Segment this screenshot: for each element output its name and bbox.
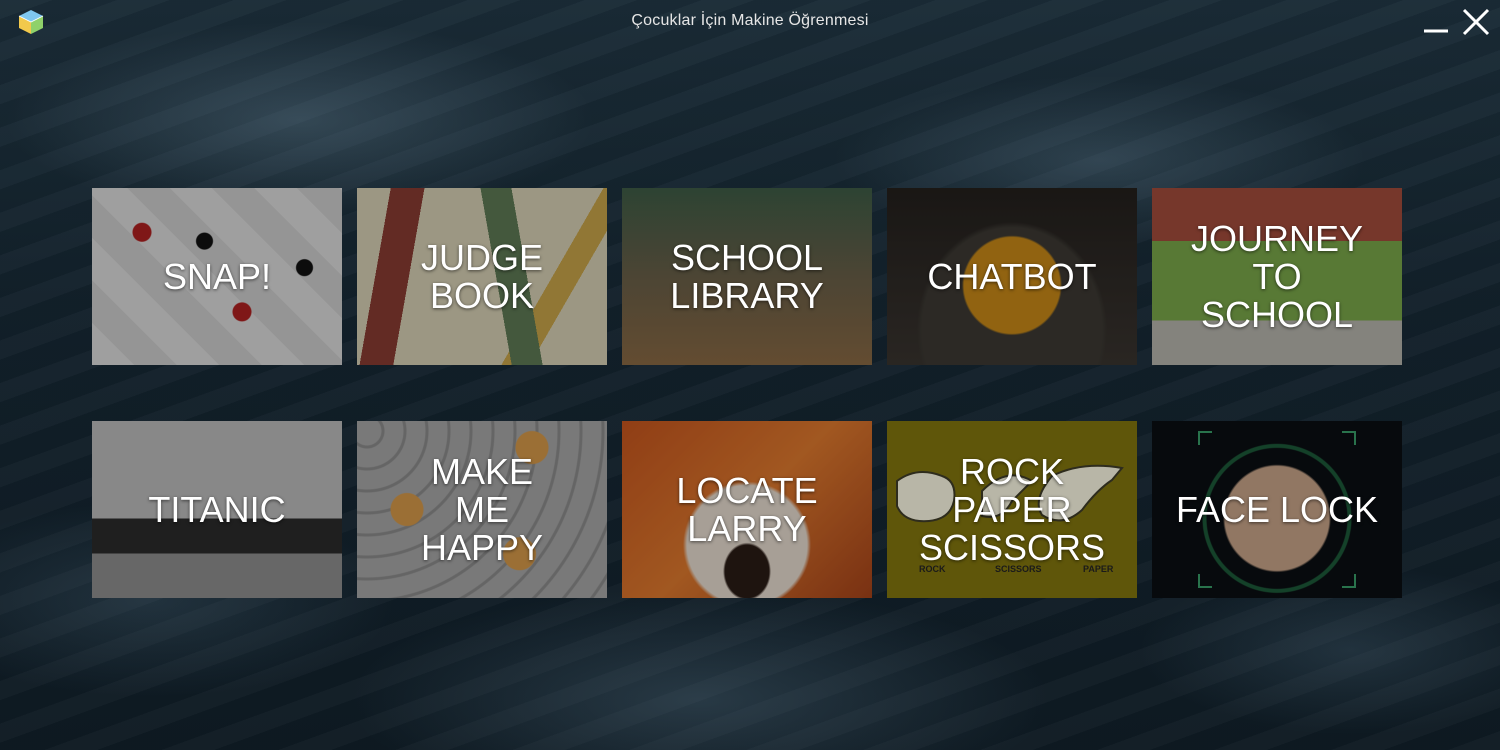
minimize-icon xyxy=(1424,29,1448,33)
tile-journey-to-school[interactable]: JOURNEY TO SCHOOL xyxy=(1152,188,1402,365)
close-button[interactable] xyxy=(1458,4,1494,40)
tile-label: CHATBOT xyxy=(927,255,1097,297)
tile-make-me-happy[interactable]: MAKE ME HAPPY xyxy=(357,421,607,598)
tile-titanic[interactable]: TITANIC xyxy=(92,421,342,598)
tile-locate-larry[interactable]: LOCATE LARRY xyxy=(622,421,872,598)
tile-chatbot[interactable]: CHATBOT xyxy=(887,188,1137,365)
title-bar: Çocuklar İçin Makine Öğrenmesi xyxy=(0,0,1500,44)
tile-label: MAKE ME HAPPY xyxy=(420,450,544,568)
tile-face-lock[interactable]: FACE LOCK xyxy=(1152,421,1402,598)
tile-label: FACE LOCK xyxy=(1175,488,1379,530)
minimize-button[interactable] xyxy=(1418,4,1454,40)
tile-label: TITANIC xyxy=(148,488,286,530)
tile-label: SCHOOL LIBRARY xyxy=(670,236,824,316)
tile-rock-paper-scissors[interactable]: ROCK SCISSORS PAPER ROCK PAPER SCISSORS xyxy=(887,421,1137,598)
tile-label: JUDGE BOOK xyxy=(420,236,543,316)
tile-label: ROCK PAPER SCISSORS xyxy=(918,450,1106,568)
tile-label: LOCATE LARRY xyxy=(676,469,818,549)
close-icon xyxy=(1462,8,1490,36)
tile-label: SNAP! xyxy=(162,255,272,297)
tile-snap[interactable]: SNAP! xyxy=(92,188,342,365)
window-title: Çocuklar İçin Makine Öğrenmesi xyxy=(631,12,869,29)
tile-school-library[interactable]: SCHOOL LIBRARY xyxy=(622,188,872,365)
tile-judge-book[interactable]: JUDGE BOOK xyxy=(357,188,607,365)
tile-label: JOURNEY TO SCHOOL xyxy=(1190,217,1364,335)
